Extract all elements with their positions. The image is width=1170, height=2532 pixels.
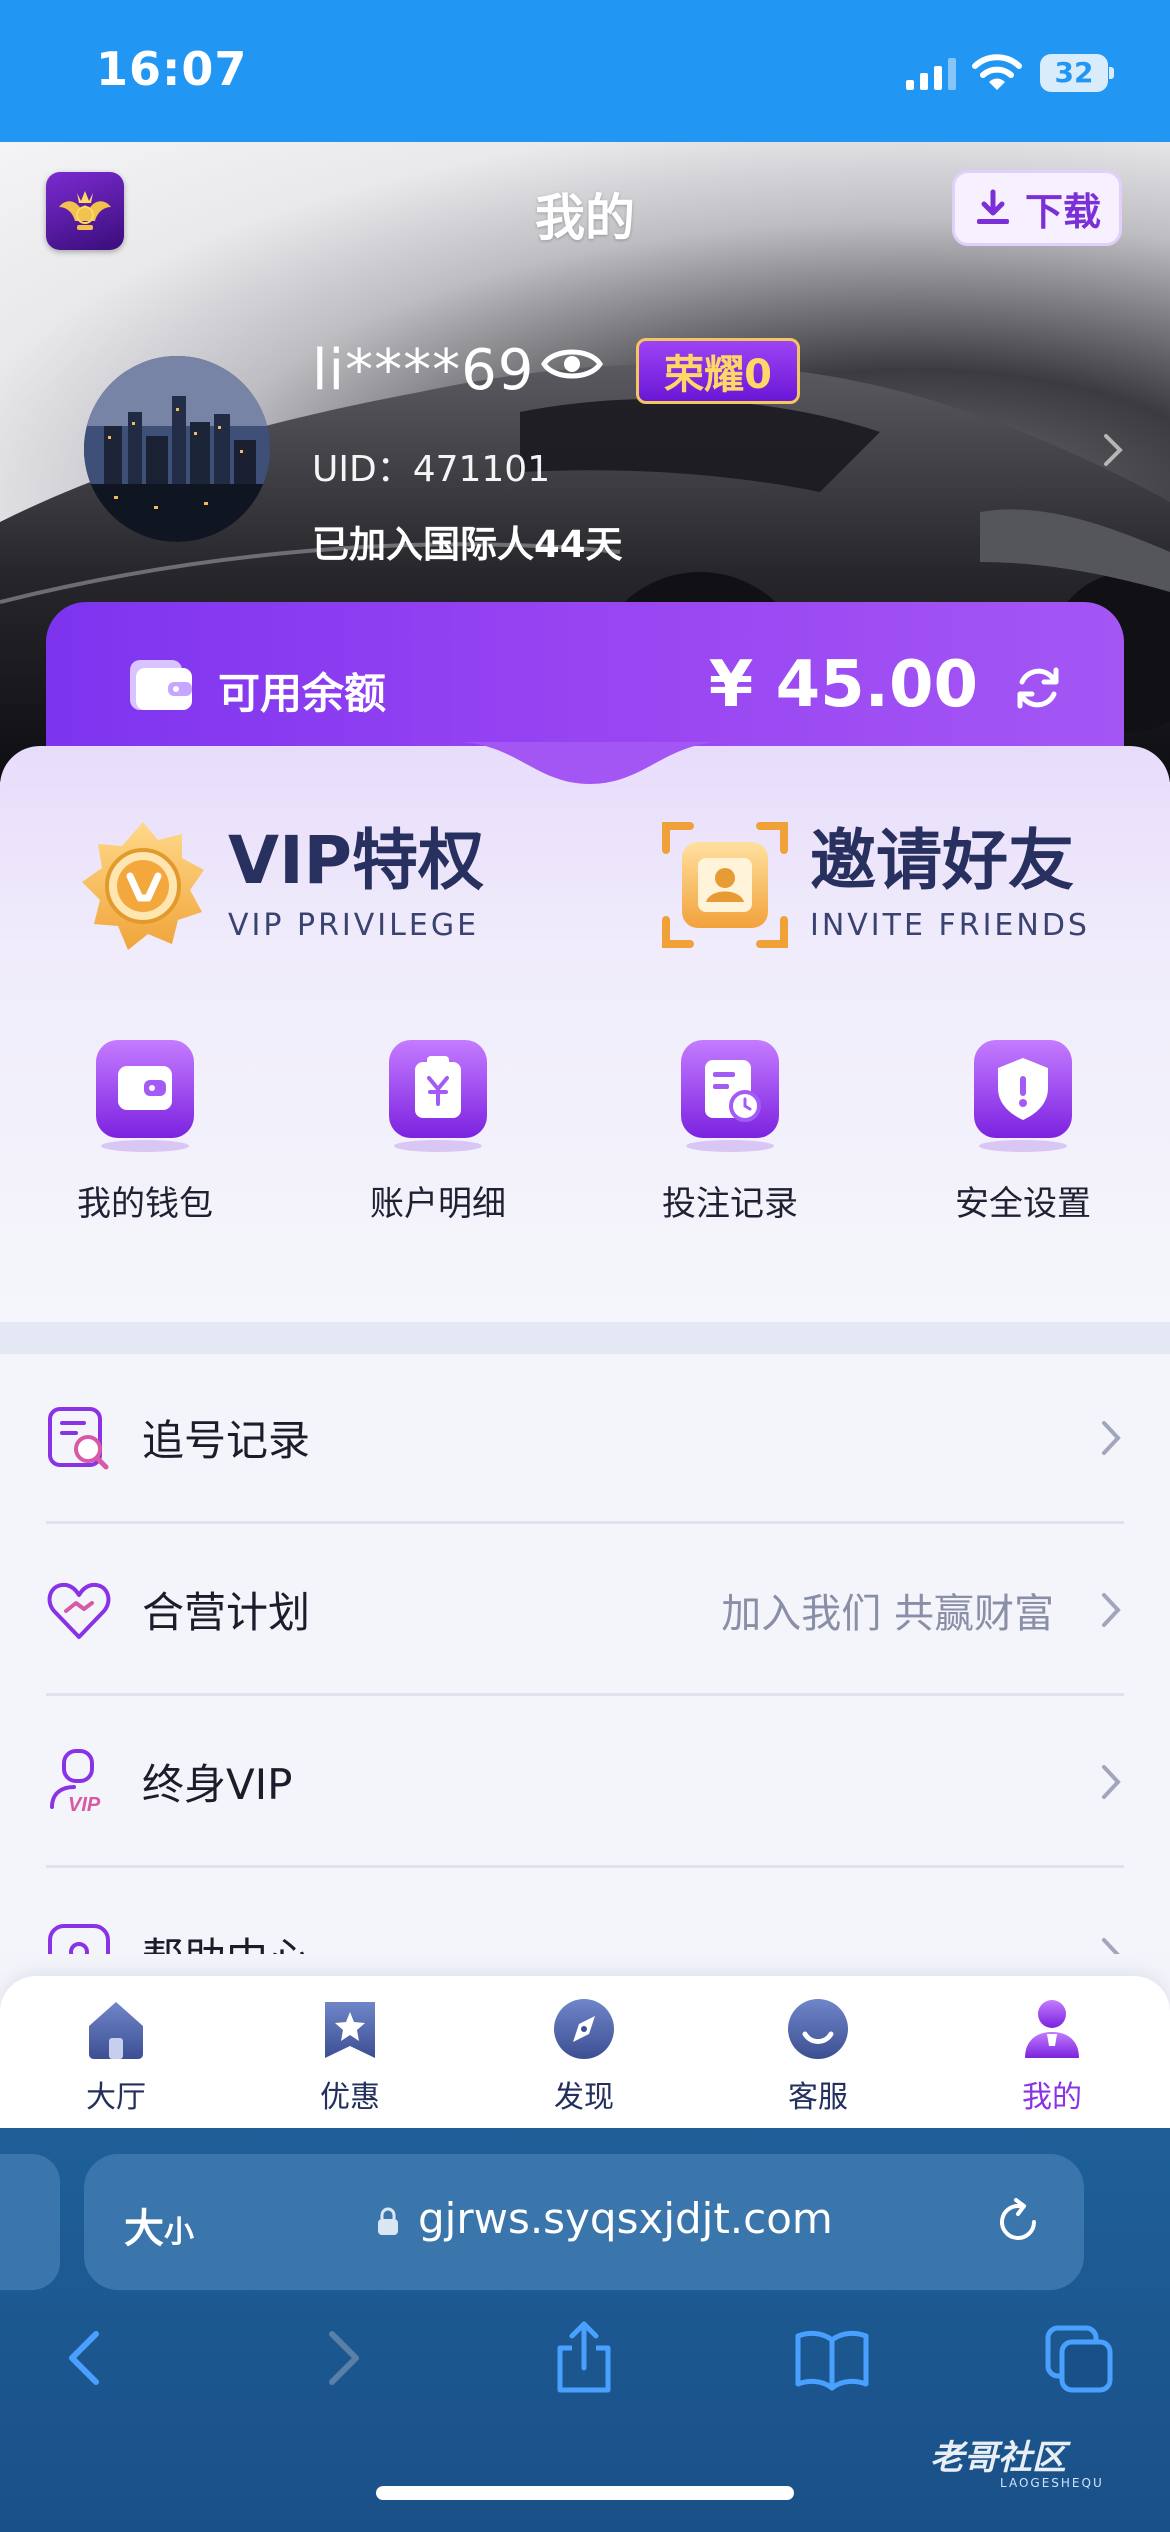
download-label: 下载: [1024, 189, 1101, 234]
refresh-icon[interactable]: [1012, 662, 1064, 714]
forward-icon[interactable]: [300, 2318, 380, 2398]
eye-icon[interactable]: [540, 338, 604, 390]
tab-mine[interactable]: 我的: [972, 1996, 1132, 2116]
invite-badge-icon: [662, 822, 788, 948]
menu-item-partnership[interactable]: 合营计划 加入我们 共赢财富: [46, 1526, 1124, 1696]
back-icon[interactable]: [48, 2318, 128, 2398]
quick-action-bet-records[interactable]: 投注记录: [630, 1036, 830, 1246]
home-icon: [89, 2002, 143, 2059]
menu-item-lifetime-vip[interactable]: VIP 终身VIP: [46, 1698, 1124, 1868]
tab-label: 客服: [788, 2080, 848, 2115]
chevron-right-icon: [1102, 1420, 1121, 1455]
username: li****69: [312, 338, 535, 403]
invite-friends-subtitle: INVITE FRIENDS: [810, 907, 1090, 943]
status-time: 16:07: [96, 42, 248, 96]
heart-handshake-icon: [47, 1582, 111, 1639]
yen-receipt-icon: [389, 1040, 487, 1152]
previous-tab-preview[interactable]: [0, 2154, 60, 2290]
vip-privilege-card[interactable]: VIP特权 VIP PRIVILEGE: [74, 810, 484, 960]
wallet-icon: [130, 660, 192, 710]
tab-promotions[interactable]: 优惠: [270, 1996, 430, 2116]
bottom-tab-bar: 大厅 优惠 发现 客服 我的: [0, 1976, 1170, 2128]
vip-privilege-title: VIP特权: [228, 821, 485, 899]
watermark-logo: 老哥社区: [930, 2438, 1066, 2478]
bookmarks-icon[interactable]: [792, 2318, 872, 2398]
tab-label: 优惠: [320, 2080, 380, 2115]
chevron-right-icon: [1102, 1938, 1120, 1954]
download-icon: [976, 189, 1009, 224]
star-bookmark-icon: [325, 2002, 375, 2058]
vip-privilege-subtitle: VIP PRIVILEGE: [228, 907, 480, 943]
lock-icon: [378, 2207, 398, 2235]
wallet-icon: [96, 1040, 194, 1152]
quick-action-label: 投注记录: [662, 1184, 798, 1224]
battery-icon: 32: [1040, 54, 1114, 92]
user-uid: UID：471101: [312, 449, 551, 490]
quick-action-label: 我的钱包: [77, 1184, 213, 1224]
quick-action-label: 安全设置: [955, 1184, 1091, 1224]
help-icon: [48, 1924, 110, 1954]
tabs-icon[interactable]: [1040, 2318, 1120, 2398]
url-text[interactable]: gjrws.syqsxjdjt.com: [418, 2194, 833, 2243]
tab-discover[interactable]: 发现: [504, 1996, 664, 2116]
section-divider: [0, 1322, 1170, 1354]
menu-item-label: 追号记录: [142, 1416, 311, 1465]
address-bar[interactable]: 大小 gjrws.syqsxjdjt.com: [84, 2154, 1084, 2290]
battery-level: 32: [1040, 54, 1108, 92]
status-bar: 16:07 32: [0, 0, 1170, 142]
reload-icon[interactable]: [992, 2196, 1044, 2248]
menu-item-chase-records[interactable]: 追号记录: [46, 1354, 1124, 1524]
quick-action-wallet[interactable]: 我的钱包: [45, 1036, 245, 1246]
quick-action-label: 账户明细: [370, 1184, 506, 1224]
tab-label: 我的: [1022, 2080, 1082, 2115]
menu-list: 追号记录 合营计划 加入我们 共赢财富 VIP 终身VIP 帮助中心: [0, 1354, 1170, 1954]
wifi-icon: [972, 54, 1022, 90]
balance-label: 可用余额: [218, 669, 387, 718]
cellular-signal-icon: [906, 58, 956, 90]
menu-item-hint: 加入我们 共赢财富: [721, 1590, 1054, 1637]
watermark-subtext: LAOGESHEQU: [1000, 2476, 1104, 2490]
text-size-button[interactable]: 大小: [124, 2196, 194, 2254]
vip-badge-icon: [82, 822, 204, 950]
tab-lobby[interactable]: 大厅: [36, 1996, 196, 2116]
compass-icon: [554, 1999, 614, 2059]
quick-action-security[interactable]: 安全设置: [923, 1036, 1123, 1246]
joined-days: 已加入国际人44天: [312, 523, 623, 566]
home-indicator[interactable]: [376, 2486, 794, 2500]
chevron-right-icon: [1102, 1764, 1121, 1799]
invite-friends-card[interactable]: 邀请好友 INVITE FRIENDS: [656, 810, 1090, 960]
city-skyline-image: [84, 356, 270, 542]
honor-level-badge: 荣耀0: [636, 338, 800, 404]
download-button[interactable]: 下载: [952, 170, 1122, 246]
quick-action-account-details[interactable]: 账户明细: [338, 1036, 538, 1246]
tab-label: 发现: [554, 2080, 614, 2115]
vip-user-icon: VIP: [50, 1748, 101, 1815]
share-icon[interactable]: [544, 2318, 624, 2398]
user-icon: [1025, 2000, 1079, 2058]
invite-friends-title: 邀请好友: [810, 821, 1074, 899]
support-icon: [788, 1999, 848, 2059]
menu-item-label: 合营计划: [142, 1588, 311, 1637]
bet-record-icon: [681, 1040, 779, 1152]
svg-text:VIP: VIP: [68, 1794, 101, 1815]
tab-label: 大厅: [86, 2080, 146, 2115]
tab-customer-service[interactable]: 客服: [738, 1996, 898, 2116]
menu-item-label: 终身VIP: [142, 1760, 293, 1809]
card-notch: [455, 742, 725, 784]
avatar[interactable]: [84, 356, 270, 542]
shield-icon: [974, 1040, 1072, 1152]
chevron-right-icon[interactable]: [1098, 430, 1128, 470]
menu-item-label: 帮助中心: [142, 1925, 310, 1955]
menu-item-help-center[interactable]: 帮助中心: [46, 1870, 1124, 1954]
chevron-right-icon: [1102, 1592, 1121, 1627]
search-record-icon: [48, 1406, 109, 1469]
balance-amount: ¥ 45.00: [708, 648, 978, 722]
